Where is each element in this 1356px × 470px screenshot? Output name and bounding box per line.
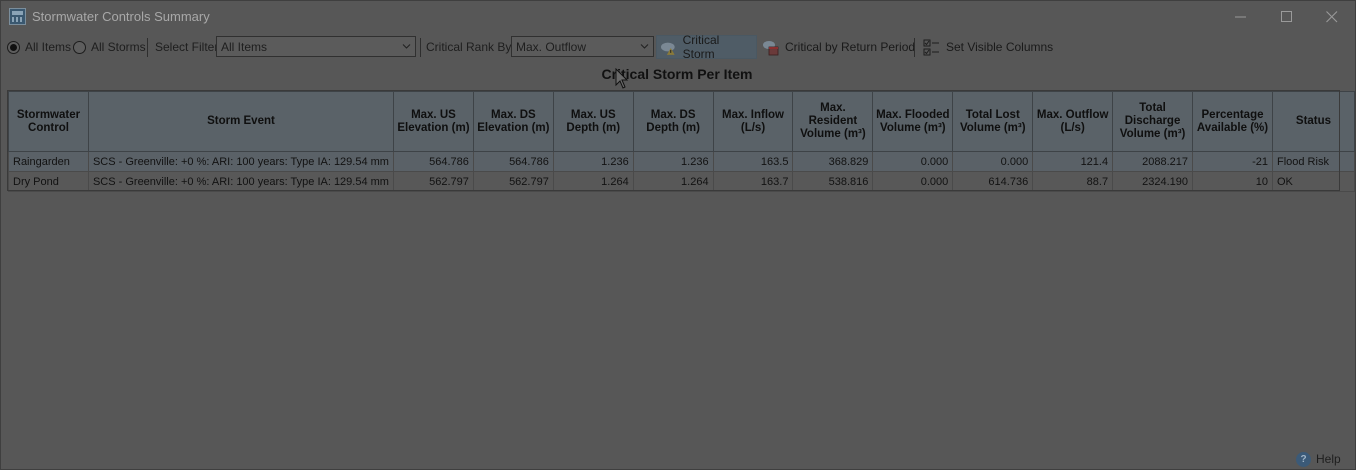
chevron-down-icon <box>402 44 411 49</box>
radio-all-storms[interactable]: All Storms <box>73 35 146 59</box>
maximize-button[interactable] <box>1264 1 1310 32</box>
column-header[interactable]: Max. US Depth (m) <box>552 91 634 152</box>
table-cell[interactable]: 163.7 <box>712 171 794 192</box>
column-header[interactable]: Stormwater Control <box>8 91 89 152</box>
minimize-icon <box>1235 16 1246 17</box>
table-cell[interactable]: 0.000 <box>872 151 954 172</box>
column-header[interactable]: Max. DS Elevation (m) <box>472 91 554 152</box>
table-cell[interactable]: Dry Pond <box>8 171 89 192</box>
column-header[interactable]: Max. Flooded Volume (m³) <box>872 91 954 152</box>
table-cell[interactable]: 88.7 <box>1032 171 1114 192</box>
window-title: Stormwater Controls Summary <box>32 9 210 24</box>
table-cell[interactable]: 1.236 <box>632 151 714 172</box>
table-cell[interactable]: 1.236 <box>552 151 634 172</box>
help-button[interactable]: ? Help <box>1296 451 1341 467</box>
toolbar-separator <box>147 38 148 57</box>
table-row[interactable]: Raingarden SCS - Greenville: +0 %: ARI: … <box>8 151 1356 172</box>
select-filter-label: Select Filter <box>155 40 219 54</box>
column-header[interactable]: Max. Resident Volume (m³) <box>792 91 874 152</box>
table-cell[interactable]: 564.786 <box>472 151 554 172</box>
table-cell[interactable]: Raingarden <box>8 151 89 172</box>
status-cell[interactable]: OK <box>1271 171 1356 192</box>
set-visible-columns-button[interactable]: Set Visible Columns <box>920 35 1056 59</box>
help-question-icon: ? <box>1296 451 1311 467</box>
column-header[interactable]: Max. Outflow (L/s) <box>1032 91 1114 152</box>
toolbar-separator <box>914 38 915 57</box>
maximize-icon <box>1281 10 1292 22</box>
table-cell[interactable]: 121.4 <box>1032 151 1114 172</box>
toolbar-separator <box>420 38 421 57</box>
table-cell[interactable]: 368.829 <box>792 151 874 172</box>
critical-storm-button[interactable]: Critical Storm <box>656 33 757 61</box>
stormwater-summary-window: Stormwater Controls Summary All Items Al… <box>0 0 1356 470</box>
radio-checked-icon <box>7 40 20 54</box>
column-header[interactable]: Max. Inflow (L/s) <box>712 91 794 152</box>
column-header[interactable]: Max. US Elevation (m) <box>392 91 474 152</box>
set-visible-columns-label: Set Visible Columns <box>946 40 1054 54</box>
table-cell[interactable]: SCS - Greenville: +0 %: ARI: 100 years: … <box>87 151 394 172</box>
critical-rank-label: Critical Rank By: <box>426 40 515 54</box>
toolbar: All Items All Storms Select Filter All I… <box>1 33 1355 61</box>
column-header[interactable]: Max. DS Depth (m) <box>632 91 714 152</box>
radio-all-storms-label: All Storms <box>91 40 146 54</box>
column-header[interactable]: Status <box>1271 91 1356 152</box>
status-cell[interactable]: Flood Risk <box>1271 151 1356 172</box>
table-header-row: Stormwater Control Storm Event Max. US E… <box>8 91 1356 152</box>
table-cell[interactable]: 564.786 <box>392 151 474 172</box>
app-grid-icon <box>9 8 26 25</box>
select-filter-dropdown[interactable]: All Items <box>216 36 416 57</box>
table-cell[interactable]: 0.000 <box>952 151 1034 172</box>
mouse-cursor-icon <box>615 68 629 89</box>
table-cell[interactable]: 2324.190 <box>1112 171 1194 192</box>
column-header[interactable]: Total Discharge Volume (m³) <box>1112 91 1194 152</box>
table-cell[interactable]: 538.816 <box>792 171 874 192</box>
critical-rank-dropdown[interactable]: Max. Outflow <box>511 36 654 57</box>
table-cell[interactable]: SCS - Greenville: +0 %: ARI: 100 years: … <box>87 171 394 192</box>
select-filter-value: All Items <box>221 39 268 54</box>
table-cell[interactable]: 0.000 <box>872 171 954 192</box>
close-button[interactable] <box>1309 1 1355 32</box>
close-icon <box>1326 10 1338 22</box>
summary-table: Stormwater Control Storm Event Max. US E… <box>8 91 1356 192</box>
table-cell[interactable]: 1.264 <box>632 171 714 192</box>
help-label: Help <box>1316 452 1341 466</box>
table-cell[interactable]: 1.264 <box>552 171 634 192</box>
table-cell[interactable]: 614.736 <box>952 171 1034 192</box>
chevron-down-icon <box>640 44 649 49</box>
table-cell[interactable]: 562.797 <box>472 171 554 192</box>
radio-all-items-label: All Items <box>25 40 72 54</box>
checklist-icon <box>923 39 939 55</box>
table-cell[interactable]: 2088.217 <box>1112 151 1194 172</box>
critical-rank-value: Max. Outflow <box>516 39 587 54</box>
table-cell[interactable]: 10 <box>1192 171 1273 192</box>
table-row[interactable]: Dry Pond SCS - Greenville: +0 %: ARI: 10… <box>8 171 1356 192</box>
radio-unchecked-icon <box>73 40 86 54</box>
cloud-warning-icon <box>660 42 675 55</box>
radio-all-items[interactable]: All Items <box>7 35 71 59</box>
table-cell[interactable]: 562.797 <box>392 171 474 192</box>
grid-title: Critical Storm Per Item <box>601 66 753 82</box>
column-header[interactable]: Storm Event <box>87 91 394 152</box>
table-cell[interactable]: -21 <box>1192 151 1273 172</box>
column-header[interactable]: Total Lost Volume (m³) <box>952 91 1034 152</box>
table-cell[interactable]: 163.5 <box>712 151 794 172</box>
critical-return-period-button[interactable]: Critical by Return Period <box>759 35 918 59</box>
critical-storm-label: Critical Storm <box>682 33 720 61</box>
minimize-button[interactable] <box>1218 1 1264 32</box>
calendar-cloud-icon <box>763 40 779 55</box>
column-header[interactable]: Percentage Available (%) <box>1192 91 1273 152</box>
critical-return-period-label: Critical by Return Period <box>785 40 916 54</box>
title-bar: Stormwater Controls Summary <box>1 1 1355 32</box>
